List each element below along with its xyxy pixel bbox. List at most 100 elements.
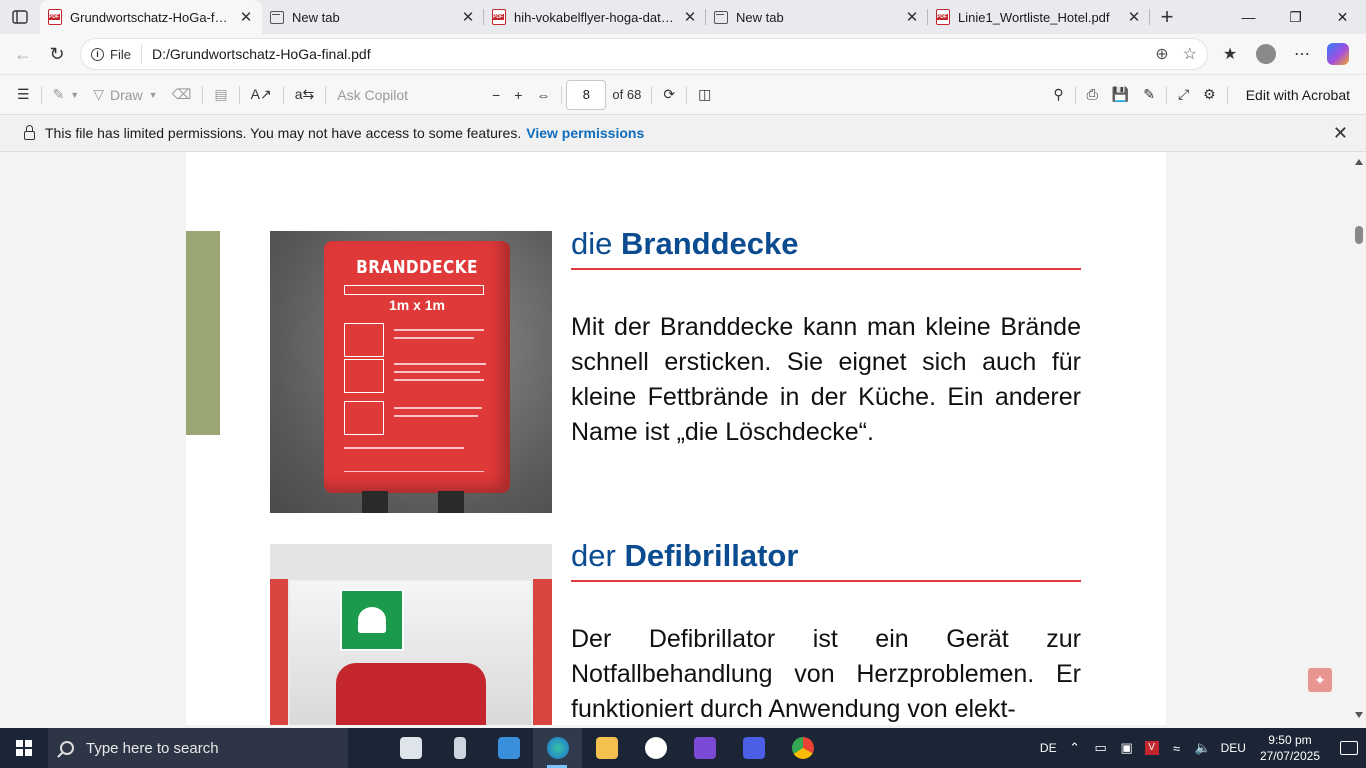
save-button[interactable]: 💾 [1105, 79, 1136, 111]
rotate-button[interactable]: ⟳ [656, 79, 682, 111]
chevron-up-icon[interactable]: ⌃ [1067, 740, 1083, 756]
omnibox[interactable]: i File D:/Grundwortschatz-HoGa-final.pdf… [80, 38, 1208, 70]
erase-button[interactable]: ⌫ [165, 79, 199, 111]
chrome-icon [791, 737, 814, 759]
translate-button[interactable]: a⇆ [288, 79, 322, 111]
date: 27/07/2025 [1259, 749, 1320, 763]
vertical-scrollbar[interactable] [1352, 152, 1366, 725]
read-aloud-button[interactable]: A↗ [244, 79, 279, 111]
ask-copilot-button[interactable]: Ask Copilot [330, 79, 415, 111]
profile-button[interactable] [1250, 38, 1282, 70]
pdf-toolbar: ☰ ✎ ▼ ▽ Draw ▼ ⌫ ▤ A↗ a⇆ Ask Copilot − + ⇔ … [0, 74, 1366, 114]
text-box-button[interactable]: ▤ [207, 79, 234, 111]
close-window-button[interactable]: ✕ [1319, 0, 1366, 34]
browser-tab[interactable]: Linie1_Wortliste_Hotel.pdf ✕ [928, 0, 1150, 34]
headword: Defibrillator [624, 538, 799, 573]
fullscreen-button[interactable]: ⤢ [1171, 79, 1196, 111]
scroll-thumb[interactable] [1355, 226, 1363, 244]
avatar [1256, 44, 1276, 64]
taskbar-edge[interactable] [533, 728, 582, 768]
entry-description: Der Defibrillator ist ein Gerät zur Notf… [571, 625, 1081, 723]
favorites-icon[interactable]: ★ [1214, 38, 1246, 70]
acrobat-icon[interactable]: ✦ [1308, 668, 1332, 692]
close-tab-icon[interactable]: ✕ [460, 9, 476, 26]
minimize-button[interactable]: — [1225, 0, 1272, 34]
zoom-in-button[interactable]: + [507, 79, 529, 111]
contents-button[interactable]: ☰ [10, 79, 37, 111]
highlight-button[interactable]: ✎ ▼ [46, 79, 87, 111]
view-permissions-link[interactable]: View permissions [526, 125, 644, 141]
start-button[interactable] [0, 728, 48, 768]
close-tab-icon[interactable]: ✕ [682, 9, 698, 26]
fit-page-button[interactable]: ⇔ [529, 79, 557, 111]
pdf-viewport[interactable]: BRANDDECKE 1m x 1m die Branddecke Mit de… [0, 152, 1366, 725]
copilot-icon [1327, 43, 1349, 65]
more-menu-icon[interactable]: ⋯ [1286, 38, 1318, 70]
pdf-file-icon [492, 9, 506, 25]
translate-icon: a⇆ [294, 86, 315, 102]
fit-width-icon: ⇔ [536, 86, 551, 103]
save-as-button[interactable]: ✎ [1136, 79, 1162, 111]
xbox-icon [644, 737, 667, 759]
language-indicator[interactable]: DE [1040, 741, 1057, 755]
taskbar-store[interactable] [484, 728, 533, 768]
bracket [438, 491, 464, 513]
rotate-icon: ⟳ [663, 86, 676, 102]
close-tab-icon[interactable]: ✕ [904, 9, 920, 26]
zoom-icon[interactable]: ⊕ [1155, 44, 1168, 64]
battery-icon[interactable]: ▭ [1093, 740, 1109, 756]
close-infobar-button[interactable]: ✕ [1333, 123, 1348, 144]
copilot-button[interactable] [1322, 38, 1354, 70]
taskbar-explorer[interactable] [582, 728, 631, 768]
taskbar-search[interactable]: Type here to search [48, 728, 348, 768]
browser-tab[interactable]: New tab ✕ [706, 0, 928, 34]
photo-label-band [344, 285, 484, 295]
favorite-star-icon[interactable]: ☆ [1183, 44, 1197, 64]
notification-icon[interactable] [1340, 741, 1358, 755]
input-language[interactable]: DEU [1221, 741, 1246, 755]
label-line [394, 363, 486, 365]
draw-button[interactable]: ▽ Draw ▼ [86, 79, 164, 111]
entry-description: Mit der Branddecke kann man kleine Bränd… [571, 313, 1081, 446]
tab-title: Grundwortschatz-HoGa-final.p [70, 9, 230, 25]
divider [1226, 85, 1228, 104]
pdf-file-icon [48, 9, 62, 25]
scroll-up-arrow[interactable] [1355, 159, 1363, 165]
divider [1165, 85, 1167, 104]
page-number-input[interactable]: 8 [566, 79, 607, 110]
edit-with-acrobat-button[interactable]: Edit with Acrobat [1240, 87, 1356, 103]
zoom-out-button[interactable]: − [485, 79, 507, 111]
browser-tab[interactable]: hih-vokabelflyer-hoga-data.p ✕ [484, 0, 706, 34]
maximize-button[interactable]: ❐ [1272, 0, 1319, 34]
speaker-icon[interactable]: 🔈 [1195, 740, 1211, 756]
taskbar-voice[interactable] [435, 728, 484, 768]
entry-heading-defibrillator: der Defibrillator [571, 538, 1081, 582]
taskbar-quickassist[interactable] [729, 728, 778, 768]
divider [1074, 85, 1076, 104]
taskbar-chrome[interactable] [778, 728, 827, 768]
wifi-icon[interactable]: ≈ [1169, 741, 1185, 756]
settings-button[interactable]: ⚙ [1196, 79, 1223, 111]
meet-icon[interactable]: ▣ [1119, 740, 1135, 756]
find-button[interactable]: ⚲ [1046, 79, 1070, 111]
tab-actions-button[interactable] [0, 0, 40, 34]
site-info-chip[interactable]: i File [91, 44, 142, 64]
search-icon [60, 741, 74, 755]
close-tab-icon[interactable]: ✕ [1126, 9, 1142, 26]
clock[interactable]: 9:50 pm 27/07/2025 [1256, 732, 1324, 764]
print-button[interactable]: ⎙ [1080, 79, 1105, 111]
pdf-page: BRANDDECKE 1m x 1m die Branddecke Mit de… [186, 152, 1166, 725]
new-tab-button[interactable]: + [1150, 0, 1184, 34]
close-tab-icon[interactable]: ✕ [238, 9, 254, 26]
taskbar-clipchamp[interactable] [680, 728, 729, 768]
browser-tab[interactable]: Grundwortschatz-HoGa-final.p ✕ [40, 0, 262, 34]
taskbar-camera[interactable] [386, 728, 435, 768]
scroll-down-arrow[interactable] [1355, 712, 1363, 718]
back-button[interactable]: ← [6, 38, 40, 70]
refresh-button[interactable]: ↻ [40, 38, 74, 70]
antivirus-icon[interactable]: V [1144, 741, 1159, 755]
page-view-button[interactable]: ◫ [691, 79, 718, 111]
url-text[interactable]: D:/Grundwortschatz-HoGa-final.pdf [152, 46, 1155, 62]
taskbar-xbox[interactable] [631, 728, 680, 768]
browser-tab[interactable]: New tab ✕ [262, 0, 484, 34]
